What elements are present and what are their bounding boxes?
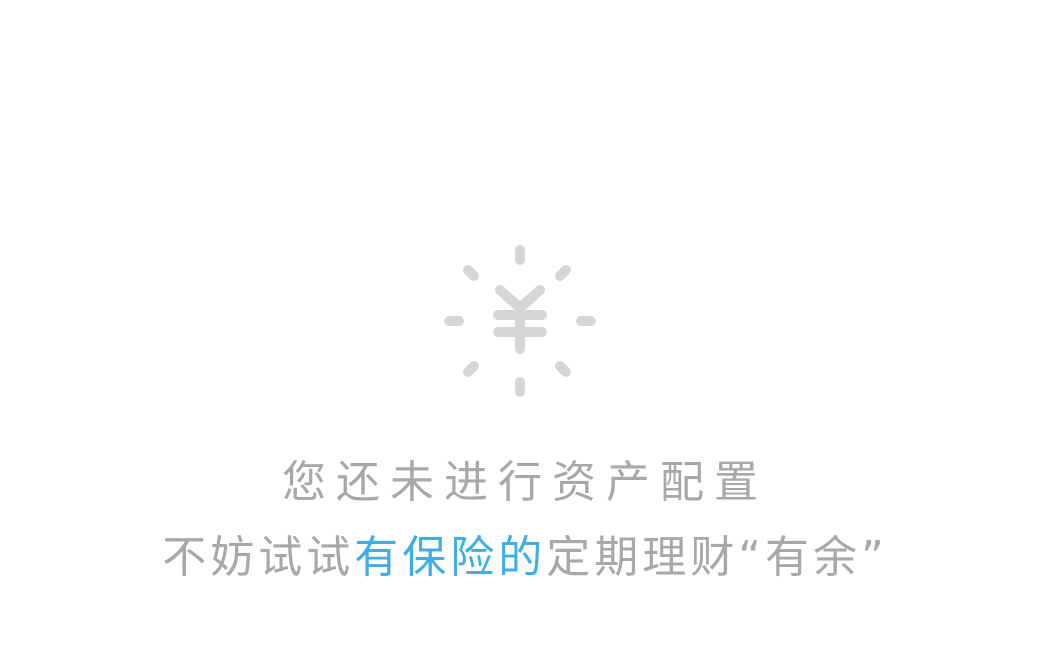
subtitle-suffix: 定期理财“有余” xyxy=(546,532,888,583)
empty-state-title: 您还未进行资产配置 xyxy=(282,457,768,508)
subtitle-prefix: 不妨试试 xyxy=(162,532,355,583)
subtitle-highlight: 有保险的 xyxy=(354,532,547,583)
empty-state-subtitle: 不妨试试有保险的定期理财“有余” xyxy=(0,527,1050,589)
empty-state-screen: 您还未进行资产配置 不妨试试有保险的定期理财“有余” xyxy=(0,0,1050,672)
yen-sunburst-icon xyxy=(444,245,596,397)
